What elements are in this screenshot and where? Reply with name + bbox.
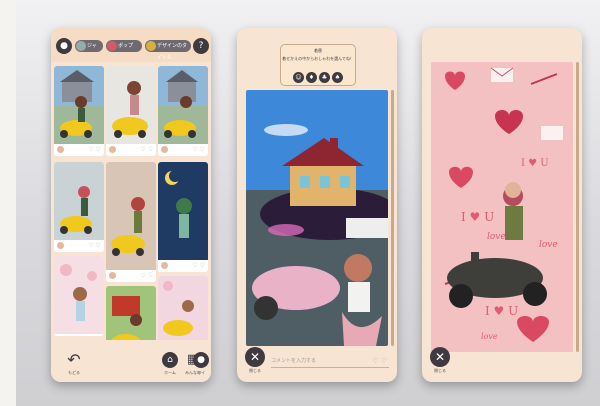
background-text: love xyxy=(487,232,506,242)
phone-detail-screen: 着替 着せかえの中からおしゃれを選んでね！ ☺ ♦ ♣ ♠ コメントを入力する … xyxy=(237,28,397,382)
like-icon[interactable]: ♡ ♡ xyxy=(88,146,101,153)
close-icon: ✕ xyxy=(430,347,450,367)
accessory-icon[interactable]: ♠ xyxy=(332,72,343,83)
shirt-icon[interactable]: ♦ xyxy=(306,72,317,83)
like-icon[interactable]: ♡ ♡ xyxy=(372,355,387,367)
tile-artwork xyxy=(158,162,208,260)
like-icon[interactable]: ♡ ♡ xyxy=(192,262,205,269)
avatar xyxy=(109,146,116,153)
mic-icon[interactable]: ● xyxy=(56,38,72,54)
background-text: love xyxy=(539,240,558,250)
background-text: love xyxy=(481,332,498,341)
nav-label: ホーム xyxy=(164,370,176,375)
tile-footer: ♡ ♡ xyxy=(106,270,156,282)
scene-icon[interactable]: ♣ xyxy=(319,72,330,83)
popup-title: 着替 xyxy=(314,48,322,53)
outfit-popup: 着替 着せかえの中からおしゃれを選んでね！ ☺ ♦ ♣ ♠ xyxy=(280,44,356,86)
gallery-tile[interactable]: ♡ ♡ xyxy=(158,66,208,156)
popup-text: 着せかえの中からおしゃれを選んでね！ xyxy=(282,56,354,61)
bottom-nav: ↶ もどる ⌂ ホーム ▦ みんなの ● マイ xyxy=(51,340,211,382)
gallery-tile[interactable]: ♡ ♡ xyxy=(106,66,156,156)
filter-pill-2[interactable]: ポップ xyxy=(106,40,142,52)
filter-pill-1[interactable]: ジャ xyxy=(75,40,103,52)
tile-footer: ♡ ♡ xyxy=(54,240,104,252)
gallery-tile[interactable] xyxy=(158,276,208,346)
comment-placeholder: コメントを入力する xyxy=(271,358,317,364)
close-label: 閉じる xyxy=(249,368,261,373)
tile-footer: ♡ ♡ xyxy=(158,144,208,156)
outfit-icon[interactable]: ☺ xyxy=(293,72,304,83)
filter-pill-label: ジャ xyxy=(87,43,97,49)
background-text: I ♥ U xyxy=(521,158,549,169)
avatar xyxy=(57,242,64,249)
filter-pill-label: デザインのタイトル xyxy=(157,43,188,61)
help-icon[interactable]: ? xyxy=(193,38,209,54)
tile-artwork xyxy=(106,162,156,270)
tile-artwork xyxy=(54,162,104,240)
tile-footer: ♡ ♡ xyxy=(106,144,156,156)
outfit-scene-image: I ♥ U love love I ♥ U I ♥ U love xyxy=(431,62,573,352)
like-icon[interactable]: ♡ ♡ xyxy=(140,146,153,153)
nav-label: マイ xyxy=(197,370,205,375)
scrollbar[interactable] xyxy=(576,62,579,352)
gallery-tile[interactable] xyxy=(54,256,104,336)
tile-artwork xyxy=(106,66,156,144)
tile-artwork xyxy=(54,256,104,334)
avatar xyxy=(57,146,64,153)
nav-mine[interactable]: ● マイ xyxy=(191,352,211,376)
like-icon[interactable]: ♡ ♡ xyxy=(140,272,153,279)
avatar xyxy=(161,146,168,153)
tile-footer: ♡ ♡ xyxy=(54,144,104,156)
page-margin xyxy=(0,0,16,406)
tile-artwork xyxy=(158,276,208,346)
category-icon xyxy=(76,41,86,51)
like-icon[interactable]: ♡ ♡ xyxy=(192,146,205,153)
nav-home[interactable]: ⌂ ホーム xyxy=(159,352,181,376)
scene-artwork xyxy=(246,90,388,346)
back-button[interactable]: ↶ もどる xyxy=(63,352,85,376)
filter-pill-3[interactable]: デザインのタイトル xyxy=(145,40,191,61)
screenshot-stage: ● ジャ ポップ デザインのタイトル ? ♡ ♡ ♡ ♡ ♡ ♡ ♡ ♡ ♡ ♡… xyxy=(16,0,600,406)
avatar xyxy=(109,272,116,279)
background-text: I ♥ U xyxy=(485,304,519,318)
comment-input[interactable]: コメントを入力する ♡ ♡ xyxy=(271,355,389,368)
gallery-tile[interactable]: ♡ ♡ xyxy=(158,162,208,272)
top-bar: ● ジャ ポップ デザインのタイトル ? xyxy=(51,28,211,62)
back-arrow-icon: ↶ xyxy=(67,350,81,369)
tile-artwork xyxy=(158,66,208,144)
close-icon: ✕ xyxy=(245,347,265,367)
background-text: I ♥ U xyxy=(461,210,495,224)
phone-love-screen: I ♥ U love love I ♥ U I ♥ U love ✕ 閉じる xyxy=(422,28,582,382)
phone-gallery-screen: ● ジャ ポップ デザインのタイトル ? ♡ ♡ ♡ ♡ ♡ ♡ ♡ ♡ ♡ ♡… xyxy=(51,28,211,382)
mic-icon: ● xyxy=(193,352,209,368)
filter-pill-label: ポップ xyxy=(118,43,134,49)
close-button[interactable]: ✕ 閉じる xyxy=(430,347,450,374)
outfit-scene-image xyxy=(246,90,388,346)
close-button[interactable]: ✕ 閉じる xyxy=(245,347,265,374)
heart-icon xyxy=(107,41,117,51)
popup-icon-row: ☺ ♦ ♣ ♠ xyxy=(281,64,355,83)
back-label: もどる xyxy=(68,370,80,375)
home-icon: ⌂ xyxy=(162,352,178,368)
gallery-tile[interactable]: ♡ ♡ xyxy=(106,162,156,282)
star-icon xyxy=(146,41,156,51)
tile-footer: ♡ ♡ xyxy=(158,260,208,272)
close-label: 閉じる xyxy=(434,368,446,373)
gallery-tile[interactable]: ♡ ♡ xyxy=(54,162,104,252)
tile-artwork xyxy=(54,66,104,144)
avatar xyxy=(161,262,168,269)
scrollbar[interactable] xyxy=(391,90,394,346)
like-icon[interactable]: ♡ ♡ xyxy=(88,242,101,249)
gallery-tile[interactable]: ♡ ♡ xyxy=(54,66,104,156)
